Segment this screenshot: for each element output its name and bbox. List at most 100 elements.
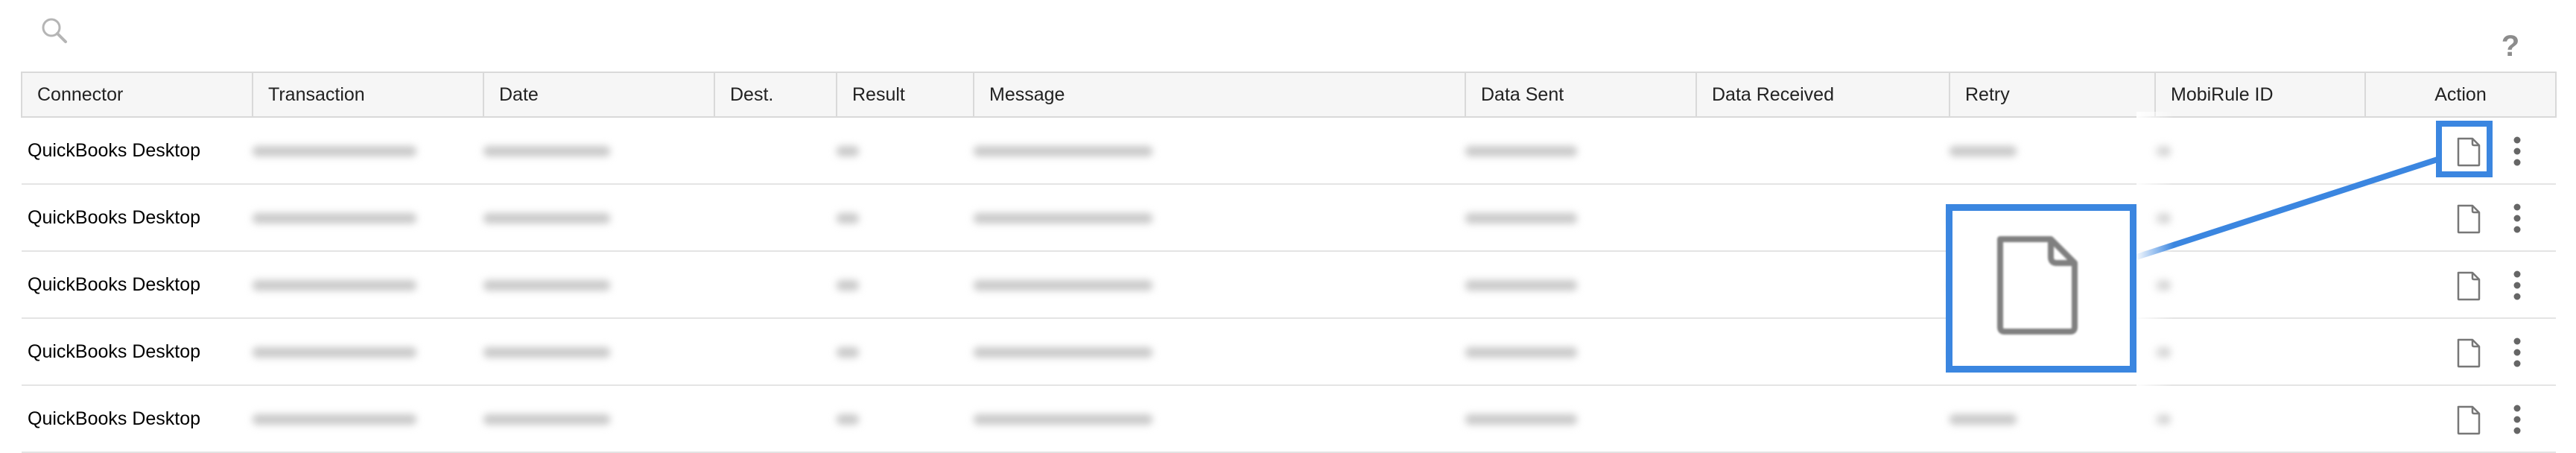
more-vertical-icon[interactable]: [2511, 203, 2523, 234]
redacted-text: [1950, 414, 2017, 425]
column-header-dest[interactable]: Dest.: [714, 72, 837, 118]
message-cell: [974, 251, 1465, 319]
table-row: QuickBooks Desktop: [22, 318, 2556, 386]
message-cell: [974, 385, 1465, 453]
date-cell: [483, 184, 714, 252]
result-cell: [837, 318, 974, 386]
connector-cell: QuickBooks Desktop: [22, 318, 253, 386]
more-vertical-icon[interactable]: [2511, 404, 2523, 435]
data-received-cell: [1696, 385, 1950, 453]
redacted-text: [1465, 145, 1577, 156]
redacted-text: [253, 279, 416, 291]
column-header-data-received[interactable]: Data Received: [1695, 72, 1950, 118]
mobirule-id-cell: [2155, 184, 2365, 252]
connector-cell: QuickBooks Desktop: [22, 251, 253, 319]
column-header-result[interactable]: Result: [836, 72, 974, 118]
redacted-text: [837, 346, 859, 358]
data-sent-cell: [1465, 117, 1696, 185]
highlight-view-button: [2436, 121, 2493, 177]
column-header-action: Action: [2364, 72, 2557, 118]
redacted-text: [483, 414, 610, 425]
connector-cell: QuickBooks Desktop: [22, 184, 253, 252]
view-document-button[interactable]: [2456, 338, 2481, 368]
redacted-text: [483, 279, 610, 291]
view-document-button[interactable]: [2456, 405, 2481, 435]
redacted-text: [1465, 414, 1577, 425]
table-row: QuickBooks Desktop: [22, 117, 2556, 185]
result-cell: [837, 184, 974, 252]
message-cell: [974, 117, 1465, 185]
transaction-cell: [253, 251, 483, 319]
action-cell: [2365, 385, 2556, 453]
redacted-text: [974, 145, 1152, 156]
table-header-row: Connector Transaction Date Dest. Result …: [21, 72, 2557, 118]
mobirule-id-cell: [2155, 318, 2365, 386]
table-row: QuickBooks Desktop: [22, 251, 2556, 319]
redacted-text: [253, 212, 416, 224]
dest-cell: [714, 251, 837, 319]
action-cell: [2365, 318, 2556, 386]
help-icon[interactable]: ?: [2496, 28, 2525, 64]
column-header-date[interactable]: Date: [483, 72, 715, 118]
redacted-text: [253, 414, 416, 425]
retry-cell: [1950, 385, 2155, 453]
redacted-text: [974, 346, 1152, 358]
transaction-cell: [253, 117, 483, 185]
data-received-cell: [1696, 117, 1950, 185]
transactions-table: Connector Transaction Date Dest. Result …: [21, 72, 2557, 453]
data-sent-cell: [1465, 184, 1696, 252]
view-document-button[interactable]: [2456, 271, 2481, 301]
document-icon: [1997, 236, 2078, 335]
mobirule-id-cell: [2155, 251, 2365, 319]
message-cell: [974, 184, 1465, 252]
redacted-text: [1465, 279, 1577, 291]
redacted-text: [1950, 145, 2017, 156]
action-cell: [2365, 251, 2556, 319]
redacted-text: [253, 145, 416, 156]
date-cell: [483, 385, 714, 453]
column-header-mobirule-id[interactable]: MobiRule ID: [2154, 72, 2366, 118]
zoomed-document-icon-callout: [1946, 204, 2136, 373]
redacted-text: [1465, 346, 1577, 358]
data-sent-cell: [1465, 251, 1696, 319]
date-cell: [483, 318, 714, 386]
column-header-connector[interactable]: Connector: [21, 72, 253, 118]
message-cell: [974, 318, 1465, 386]
redacted-text: [483, 145, 610, 156]
column-header-retry[interactable]: Retry: [1949, 72, 2156, 118]
transaction-cell: [253, 318, 483, 386]
redacted-text: [1465, 212, 1577, 224]
redacted-text: [974, 279, 1152, 291]
more-vertical-icon[interactable]: [2511, 270, 2523, 301]
redacted-text: [483, 212, 610, 224]
date-cell: [483, 117, 714, 185]
more-vertical-icon[interactable]: [2511, 337, 2523, 368]
connector-cell: QuickBooks Desktop: [22, 385, 253, 453]
table-row: QuickBooks Desktop: [22, 184, 2556, 252]
dest-cell: [714, 184, 837, 252]
column-header-message[interactable]: Message: [973, 72, 1466, 118]
mobirule-id-cell: [2155, 385, 2365, 453]
data-received-cell: [1696, 251, 1950, 319]
result-cell: [837, 385, 974, 453]
column-header-transaction[interactable]: Transaction: [252, 72, 484, 118]
view-document-button[interactable]: [2456, 204, 2481, 234]
dest-cell: [714, 385, 837, 453]
redacted-text: [253, 346, 416, 358]
data-received-cell: [1696, 184, 1950, 252]
transaction-cell: [253, 184, 483, 252]
retry-cell: [1950, 117, 2155, 185]
dest-cell: [714, 318, 837, 386]
result-cell: [837, 117, 974, 185]
connector-cell: QuickBooks Desktop: [22, 117, 253, 185]
result-cell: [837, 251, 974, 319]
zoom-fade: [2136, 112, 2174, 447]
table-row: QuickBooks Desktop: [22, 385, 2556, 453]
redacted-text: [837, 145, 859, 156]
search-icon[interactable]: [39, 15, 72, 48]
column-header-data-sent[interactable]: Data Sent: [1465, 72, 1697, 118]
redacted-text: [837, 414, 859, 425]
more-vertical-icon[interactable]: [2511, 136, 2523, 167]
data-received-cell: [1696, 318, 1950, 386]
redacted-text: [837, 279, 859, 291]
